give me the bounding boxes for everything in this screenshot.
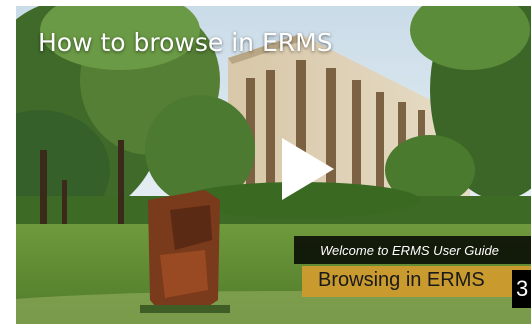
frame-border-top	[0, 0, 531, 6]
edge-badge: 3	[512, 270, 531, 308]
video-player[interactable]: How to browse in ERMS Welcome to ERMS Us…	[0, 0, 531, 324]
lower-third-bottom-text: Browsing in ERMS	[318, 269, 485, 291]
frame-border-left	[0, 0, 16, 324]
lower-third-caption: Welcome to ERMS User Guide Browsing in E…	[294, 232, 531, 300]
play-button[interactable]	[272, 136, 338, 202]
edge-badge-text: 3	[516, 276, 529, 301]
lower-third-top-bar: Welcome to ERMS User Guide	[294, 236, 531, 264]
video-title: How to browse in ERMS	[38, 28, 333, 57]
play-icon	[282, 138, 334, 200]
lower-third-top-text: Welcome to ERMS User Guide	[320, 243, 499, 258]
lower-third-bottom-bar: Browsing in ERMS	[302, 266, 531, 297]
